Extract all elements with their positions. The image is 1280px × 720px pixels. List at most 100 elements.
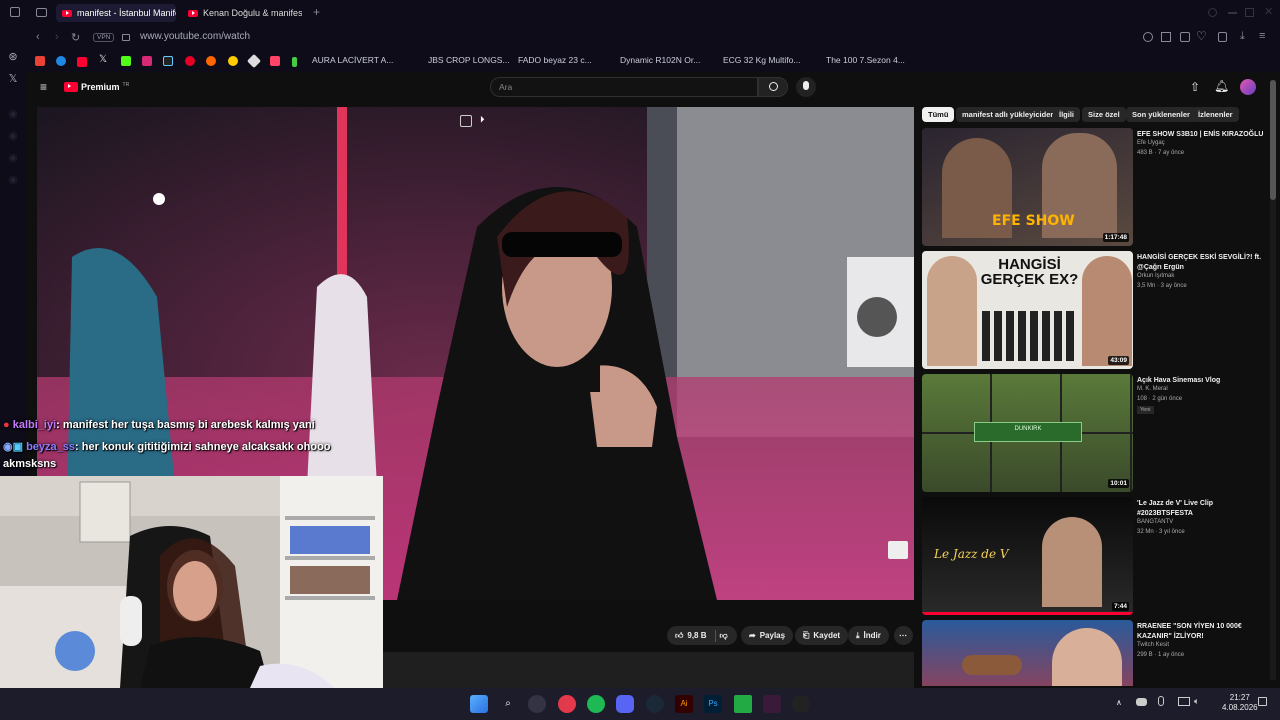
search-icon[interactable]: ⌕ [499,695,517,713]
bell-icon[interactable]: 🔔︎ [1214,79,1229,93]
bookmark-1[interactable]: AURA LACİVERT A... [312,54,393,67]
bookmark-icon[interactable] [206,56,216,66]
bookmark-2[interactable]: JBS CROP LONGS... [428,54,510,67]
sidebar-panel-icon[interactable]: ◉ [7,130,19,142]
mic-button[interactable] [796,77,816,97]
upload-icon[interactable]: ⇧ [1190,80,1200,94]
bookmark-icon[interactable] [246,53,262,69]
bookmark-3[interactable]: FADO beyaz 23 c... [518,54,592,67]
youtube-logo[interactable]: Premium TR [64,82,129,92]
channel-watermark[interactable] [888,541,908,559]
chip-watched[interactable]: İzlenenler [1192,107,1239,122]
tab-manifest[interactable]: manifest - İstanbul Manifes [56,4,176,22]
recommendation-item[interactable]: RRAENEE "SON YİYEN 10 000€ KAZANIR" İZLİ… [922,620,1268,686]
illustrator-icon[interactable]: Ai [675,695,693,713]
sidebar-panel-icon[interactable]: ◉ [7,174,19,186]
photoshop-icon[interactable]: Ps [704,695,722,713]
bookmark-icon[interactable] [228,56,238,66]
zoom-icon[interactable] [1143,32,1153,42]
network-icon[interactable] [1178,697,1190,706]
lock-icon[interactable] [122,34,130,41]
search-button[interactable] [758,77,788,97]
system-clock[interactable]: 21:27 4.08.2026 [1222,693,1258,713]
maximize-icon[interactable] [1245,8,1254,17]
x-icon[interactable]: 𝕏 [7,73,19,85]
miniplayer-icon[interactable] [460,115,472,127]
url-field[interactable]: www.youtube.com/watch [140,31,250,42]
hamburger-icon[interactable]: ≡ [40,80,47,94]
youtube-icon[interactable] [77,57,87,67]
chip-from-uploader[interactable]: manifest adlı yükleyiciden [956,107,1061,122]
chip-recent[interactable]: Son yüklenenler [1126,107,1196,122]
app-icon[interactable] [528,695,546,713]
bookmark-icon[interactable] [270,56,280,66]
workspaces-icon[interactable] [10,7,20,17]
sidebar-panel-icon[interactable]: ◉ [7,108,19,120]
recommendation-item[interactable]: EFE SHOW 1:17:48 EFE SHOW S3B10 | ENİS K… [922,128,1268,248]
shield-icon[interactable] [1180,32,1190,42]
search-tabs-icon[interactable] [1208,8,1217,17]
app-icon[interactable] [763,695,781,713]
like-button[interactable]: 👍︎ 9,8 B 👎︎ [667,626,737,645]
reload-icon[interactable]: ↻ [71,31,80,44]
channel-name[interactable]: BANGTANTV [1137,519,1173,525]
windows-start-icon[interactable] [470,695,488,713]
channel-name[interactable]: M. K. Meral [1137,386,1168,392]
pinterest-icon[interactable] [185,56,195,66]
search-input[interactable]: Ara [490,77,758,97]
save-button[interactable]: ⎗ Kaydet [795,626,849,645]
recommendation-item[interactable]: Le Jazz de V 7:44 'Le Jazz de V' Live Cl… [922,497,1268,617]
app-icon[interactable] [56,56,66,66]
bookmark-5[interactable]: ECG 32 Kg Multifo... [723,54,800,67]
video-thumbnail[interactable]: Le Jazz de V 7:44 [922,497,1133,615]
discord-icon[interactable] [616,695,634,713]
tray-chevron-icon[interactable]: ∧ [1116,698,1122,707]
avatar[interactable] [1240,79,1256,95]
channel-name[interactable]: Orkun Işıtmak [1137,273,1174,279]
close-icon[interactable]: ✕ [1264,5,1273,18]
tab-kenan-dogulu[interactable]: Kenan Doğulu & manifest [182,4,302,22]
new-tab-icon[interactable]: + [313,5,320,19]
bookmark-4[interactable]: Dynamic R102N Or... [620,54,700,67]
recommendation-item[interactable]: DUNKIRK 10:01 Açık Hava Sineması Vlog M.… [922,374,1268,494]
chatgpt-icon[interactable]: ⊛ [7,51,19,63]
back-icon[interactable]: ‹ [36,31,40,43]
chip-all[interactable]: Tümü [922,107,955,122]
bookmark-6[interactable]: The 100 7.Sezon 4... [826,54,905,67]
more-actions-button[interactable]: ⋯ [894,626,913,645]
x-icon[interactable]: 𝕏 [99,54,107,65]
recommendation-item[interactable]: HANGİSİ GERÇEK EX? 43:09 HANGİSİ GERÇEK … [922,251,1268,371]
mic-tray-icon[interactable] [1158,696,1164,706]
opera-icon[interactable] [558,695,576,713]
volume-icon[interactable]: 🔈︎ [1194,696,1199,707]
bookmark-icon[interactable] [292,57,297,67]
video-thumbnail[interactable]: HANGİSİ GERÇEK EX? 43:09 [922,251,1133,369]
tiktok-icon[interactable] [163,56,173,66]
file-icon[interactable] [734,695,752,713]
download-button[interactable]: ⤓ İndir [848,626,889,645]
video-thumbnail[interactable]: EFE SHOW 1:17:48 [922,128,1133,246]
cast-icon[interactable]: ⏵ [480,114,485,125]
video-thumbnail[interactable]: DUNKIRK 10:01 [922,374,1133,492]
sidebar-panel-icon[interactable]: ◉ [7,152,19,164]
snapshot-icon[interactable] [1161,32,1171,42]
share-button[interactable]: ➦ Paylaş [741,626,794,645]
wallet-icon[interactable] [1218,32,1227,42]
scrollbar[interactable] [1270,80,1276,680]
channel-name[interactable]: Efe Uygaç [1137,140,1165,146]
channel-name[interactable]: Twitch Kesit [1137,642,1169,648]
menu-icon[interactable]: ≡ [1259,30,1265,42]
tab-overview-icon[interactable] [36,8,47,17]
forward-icon[interactable]: › [55,31,59,43]
chip-related[interactable]: İlgili [1053,107,1080,122]
download-icon[interactable]: ⤓ [1240,30,1245,43]
video-thumbnail[interactable] [922,620,1133,686]
notification-icon[interactable] [1258,697,1267,706]
heart-icon[interactable]: ♡ [1196,29,1207,43]
steam-icon[interactable] [646,695,664,713]
minimize-icon[interactable] [1228,12,1237,14]
gmail-icon[interactable] [35,56,45,66]
spotify-icon[interactable] [587,695,605,713]
scrollbar-thumb[interactable] [1270,80,1276,200]
vpn-badge[interactable]: VPN [93,33,115,42]
